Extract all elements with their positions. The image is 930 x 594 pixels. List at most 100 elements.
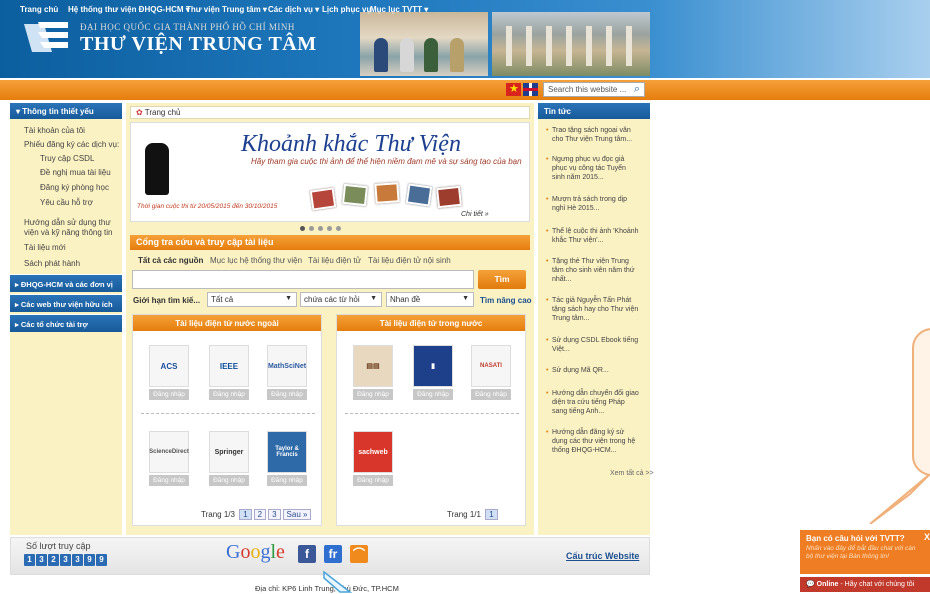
carousel-dot[interactable] [309, 226, 314, 231]
carousel-dot[interactable] [336, 226, 341, 231]
nav-item-system[interactable]: Hệ thống thư viện ĐHQG-HCM ▾ [68, 5, 190, 14]
login-button[interactable]: Đăng nhập [209, 389, 249, 400]
chat-widget[interactable]: Bạn có câu hỏi với TVTT? Nhấn vào đây để… [800, 530, 930, 574]
resource-ieee[interactable]: IEEE Đăng nhập [209, 345, 249, 401]
tab-catalog[interactable]: Mục lục hệ thống thư viện [210, 256, 302, 265]
sidebar-item-purchase-request[interactable]: Đề nghị mua tài liệu [40, 168, 111, 177]
news-item[interactable]: Hướng dẫn chuyển đổi giaodiện tra cứu ti… [546, 389, 652, 416]
carousel-dot[interactable] [327, 226, 332, 231]
resource-taylor-francis[interactable]: Taylor & Francis Đăng nhập [267, 431, 307, 487]
sidebar-item-publications[interactable]: Sách phát hành [24, 259, 80, 268]
resource-books[interactable]: ▤▤ Đăng nhập [353, 345, 393, 401]
carousel-dots[interactable] [300, 223, 345, 233]
sidebar-item-account[interactable]: Tài khoản của tôi [24, 126, 85, 135]
page-link[interactable]: 2 [253, 509, 267, 520]
counter-digit: 1 [24, 554, 35, 566]
login-button[interactable]: Đăng nhập [267, 389, 307, 400]
tab-e-resources[interactable]: Tài liệu điện tử [308, 256, 361, 265]
login-button[interactable]: Đăng nhập [267, 475, 307, 486]
resource-acs[interactable]: ACS Đăng nhập [149, 345, 189, 401]
external-resources-title: Tài liệu điện tử nước ngoài [133, 315, 321, 331]
chat-close-button[interactable]: X [924, 532, 930, 542]
counter-digit: 9 [84, 554, 95, 566]
header-photo-students [360, 12, 488, 76]
sidebar-item-new-docs[interactable]: Tài liệu mới [24, 243, 66, 252]
nav-item-services[interactable]: Các dịch vụ ▾ [268, 5, 319, 14]
login-button[interactable]: Đăng nhập [209, 475, 249, 486]
sidebar-item-guide-cont[interactable]: viện và kỹ năng thông tin [24, 228, 113, 237]
catalog-search-input[interactable] [132, 270, 474, 289]
login-button[interactable]: Đăng nhập [413, 389, 453, 400]
breadcrumb[interactable]: ✿ Trang chủ [130, 106, 530, 119]
resource-nasati[interactable]: NASATI Đăng nhập [471, 345, 511, 401]
sidebar-section-useful-libraries[interactable]: ▸ Các web thư viện hữu ích [10, 294, 122, 312]
chat-online-bar[interactable]: 💬 Online - Hãy chat với chúng tôi [800, 577, 930, 592]
resource-journal[interactable]: ▮ Đăng nhập [413, 345, 453, 401]
news-item[interactable]: Sử dụng Mã QR... [546, 366, 652, 375]
filter-match-select[interactable]: chứa các từ hỏi ▼ [300, 292, 382, 307]
news-view-all-link[interactable]: Xem tất cả >> [610, 470, 654, 477]
resource-sciencedirect[interactable]: ScienceDirect Đăng nhập [149, 431, 189, 487]
facebook-icon[interactable]: f [298, 545, 316, 563]
friendfeed-icon[interactable]: fr [324, 545, 342, 563]
sidebar-item-support[interactable]: Yêu cầu hỗ trợ [40, 198, 93, 207]
rss-icon[interactable]: ⌒ [350, 545, 368, 563]
login-button[interactable]: Đăng nhập [353, 389, 393, 400]
banner-photo [342, 183, 368, 207]
news-item[interactable]: Mượn trả sách trong dịpnghỉ Hè 2015... [546, 195, 652, 213]
banner-title: Khoảnh khắc Thư Viện [241, 131, 461, 157]
nav-item-schedule[interactable]: Lịch phục vụ [322, 5, 371, 14]
library-name[interactable]: THƯ VIỆN TRUNG TÂM [80, 33, 317, 56]
login-button[interactable]: Đăng nhập [471, 389, 511, 400]
news-item[interactable]: Tặng thẻ Thư viện Trungtâm cho sinh viên… [546, 257, 652, 284]
sitemap-link[interactable]: Cấu trúc Website [566, 551, 639, 561]
login-button[interactable]: Đăng nhập [149, 389, 189, 400]
page-link[interactable]: 1 [485, 509, 498, 520]
news-title: Tin tức [538, 103, 650, 119]
tab-internal-e-resources[interactable]: Tài liệu điện tử nội sinh [368, 256, 451, 265]
login-button[interactable]: Đăng nhập [353, 475, 393, 486]
news-item[interactable]: Ngưng phục vụ đọc giảphục vụ công tác Tu… [546, 155, 652, 182]
banner-details-link[interactable]: Chi tiết » [461, 211, 489, 218]
news-item[interactable]: Hướng dẫn đăng ký sửdụng các thư viện tr… [546, 428, 652, 455]
news-item[interactable]: Sử dụng CSDL Ebook tiếngViệt... [546, 336, 652, 354]
sidebar-item-room-booking[interactable]: Đăng ký phòng học [40, 183, 109, 192]
sidebar-item-database-access[interactable]: Truy cập CSDL [40, 154, 94, 163]
filter-field-select[interactable]: Nhan đề ▼ [386, 292, 474, 307]
chat-title[interactable]: Bạn có câu hỏi với TVTT? [806, 534, 924, 543]
nav-item-catalog[interactable]: Mục lục TVTT ▾ [370, 5, 428, 14]
page-link[interactable]: 3 [268, 509, 281, 520]
english-flag-icon[interactable] [523, 83, 538, 96]
page-link[interactable]: 1 [239, 509, 252, 520]
library-logo-icon[interactable] [24, 20, 70, 56]
news-item[interactable]: Thể lệ cuộc thi ảnh 'Khoảnhkhắc Thư viện… [546, 227, 652, 245]
google-logo-icon[interactable]: Google [226, 541, 285, 564]
carousel-dot[interactable] [318, 226, 323, 231]
advanced-search-link[interactable]: Tìm nâng cao [480, 296, 532, 305]
photo-contest-banner[interactable]: Khoảnh khắc Thư Viện Hãy tham gia cuộc t… [130, 122, 530, 222]
nav-item-central-library[interactable]: Thư viện Trung tâm ▾ [186, 5, 267, 14]
news-item[interactable]: Tác giả Nguyễn Tấn Pháttặng sách hay cho… [546, 296, 652, 323]
resource-sachweb[interactable]: sachweb Đăng nhập [353, 431, 393, 487]
filter-scope-select[interactable]: Tất cả ▼ [207, 292, 297, 307]
login-button[interactable]: Đăng nhập [149, 475, 189, 486]
vietnamese-flag-icon[interactable]: ★ [506, 83, 521, 96]
counter-digit: 9 [96, 554, 107, 566]
next-page-link[interactable]: Sau » [282, 509, 312, 520]
search-button[interactable]: Tìm [478, 270, 526, 289]
news-item[interactable]: Trao tặng sách ngoại văncho Thư viện Tru… [546, 126, 652, 144]
resource-springer[interactable]: Springer Đăng nhập [209, 431, 249, 487]
chat-subtitle[interactable]: Nhấn vào đây để bắt đầu chat với cán bộ … [806, 545, 924, 561]
search-portal-title: Cổng tra cứu và truy cập tài liệu [130, 235, 530, 250]
banner-subtitle: Hãy tham gia cuộc thi ảnh để thể hiện ni… [251, 157, 522, 166]
search-icon[interactable]: ⌕ [629, 82, 645, 97]
sidebar-item-guide[interactable]: Hướng dẫn sử dụng thư [24, 218, 111, 227]
sidebar-section-sponsors[interactable]: ▸ Các tổ chức tài trợ [10, 314, 122, 332]
sidebar-section-vnu[interactable]: ▸ ĐHQG-HCM và các đơn vị [10, 274, 122, 292]
cursor-arrow-icon [323, 570, 352, 593]
carousel-dot[interactable] [300, 226, 305, 231]
nav-item-home[interactable]: Trang chủ [20, 5, 58, 14]
resource-mathscinet[interactable]: MathSciNet Đăng nhập [267, 345, 307, 401]
tab-all-sources[interactable]: Tất cả các nguồn [138, 256, 203, 265]
sidebar-item-service-forms[interactable]: Phiếu đăng ký các dịch vụ: [24, 140, 119, 149]
